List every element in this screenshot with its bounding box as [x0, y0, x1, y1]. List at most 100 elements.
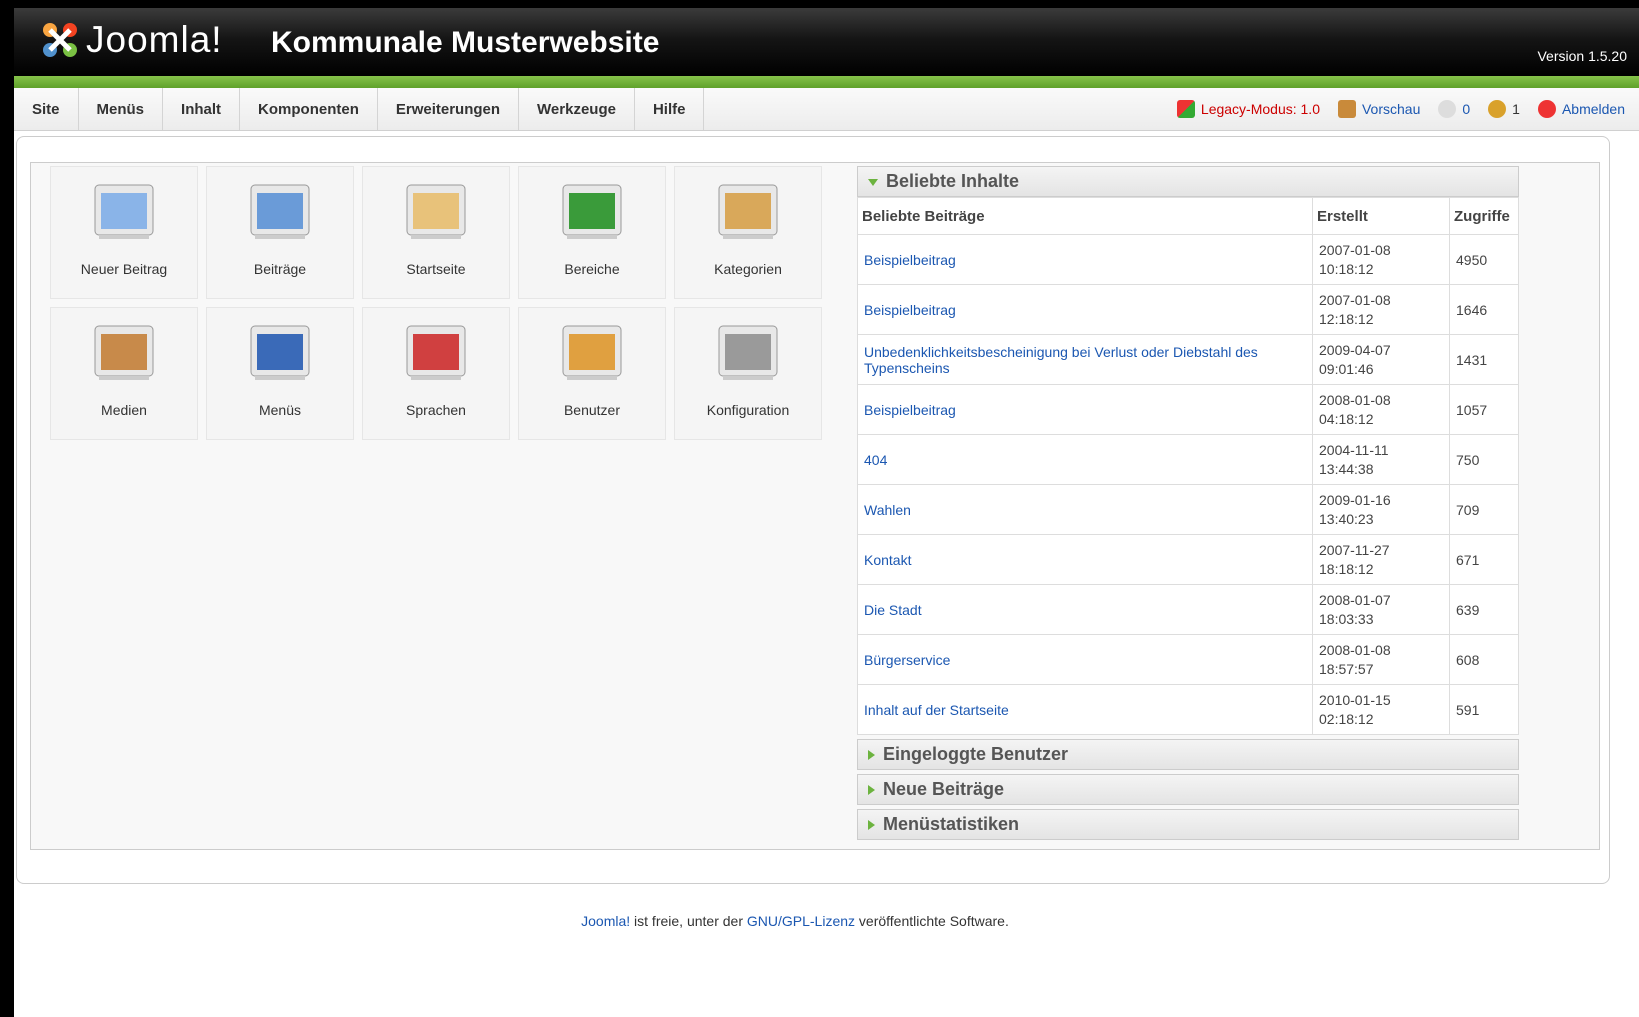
created-date: 2009-01-16 — [1319, 491, 1391, 508]
created-time: 18:57:57 — [1319, 660, 1374, 677]
menu-item-5[interactable]: Werkzeuge — [519, 88, 635, 130]
created-cell: 2009-04-07 09:01:46 — [1312, 334, 1450, 385]
created-cell: 2010-01-15 02:18:12 — [1312, 684, 1450, 735]
config-icon — [717, 324, 779, 382]
created-cell: 2008-01-08 04:18:12 — [1312, 384, 1450, 435]
messages-link[interactable]: 0 — [1438, 100, 1470, 118]
preview-link[interactable]: Vorschau — [1337, 100, 1420, 118]
quickicon-7[interactable]: Sprachen — [362, 307, 510, 440]
users-icon — [561, 324, 623, 382]
menu-item-6[interactable]: Hilfe — [635, 88, 705, 130]
menu-item-3[interactable]: Komponenten — [240, 88, 378, 130]
hits-cell: 608 — [1449, 634, 1519, 685]
quickicon-2[interactable]: Startseite — [362, 166, 510, 299]
table-row: Wahlen 2009-01-16 13:40:23 709 — [857, 484, 1519, 535]
panel-header-2[interactable]: Menüstatistiken — [857, 809, 1519, 840]
collapsed-arrow-icon — [868, 785, 875, 796]
created-date: 2007-01-08 — [1319, 291, 1391, 308]
logout-label: Abmelden — [1561, 101, 1625, 117]
article-link[interactable]: Unbedenklichkeitsbescheinigung bei Verlu… — [864, 344, 1258, 376]
article-title-cell: Beispielbeitrag — [857, 234, 1313, 285]
table-row: Die Stadt 2008-01-07 18:03:33 639 — [857, 584, 1519, 635]
hits-cell: 4950 — [1449, 234, 1519, 285]
popular-panel-header[interactable]: Beliebte Inhalte — [857, 166, 1519, 197]
article-link[interactable]: Die Stadt — [864, 602, 922, 618]
table-row: Bürgerservice 2008-01-08 18:57:57 608 — [857, 634, 1519, 685]
hits-cell: 671 — [1449, 534, 1519, 585]
quickicon-3[interactable]: Bereiche — [518, 166, 666, 299]
menus-icon — [249, 324, 311, 382]
version-label: Version 1.5.20 — [1537, 48, 1627, 64]
hits-cell: 1057 — [1449, 384, 1519, 435]
article-title-cell: 404 — [857, 434, 1313, 485]
menu-item-4[interactable]: Erweiterungen — [378, 88, 520, 130]
created-date: 2008-01-08 — [1319, 641, 1391, 658]
created-date: 2004-11-11 — [1319, 441, 1389, 458]
menu-item-1[interactable]: Menüs — [79, 88, 164, 130]
created-time: 12:18:12 — [1319, 310, 1374, 327]
article-link[interactable]: Beispielbeitrag — [864, 302, 956, 318]
frontpage-icon — [405, 183, 467, 241]
panel-title: Menüstatistiken — [883, 814, 1020, 834]
table-row: 404 2004-11-11 13:44:38 750 — [857, 434, 1519, 485]
messages-icon — [1438, 100, 1457, 118]
quickicon-5[interactable]: Medien — [50, 307, 198, 440]
popular-panel-title: Beliebte Inhalte — [886, 171, 1020, 191]
quickicon-label: Menüs — [258, 402, 302, 418]
article-title-cell: Unbedenklichkeitsbescheinigung bei Verlu… — [857, 334, 1313, 385]
logout-icon — [1537, 100, 1556, 118]
created-cell: 2007-11-27 18:18:12 — [1312, 534, 1450, 585]
logout-link[interactable]: Abmelden — [1537, 100, 1625, 118]
panel-header-0[interactable]: Eingeloggte Benutzer — [857, 739, 1519, 770]
table-row: Beispielbeitrag 2007-01-08 10:18:12 4950 — [857, 234, 1519, 285]
article-link[interactable]: Beispielbeitrag — [864, 402, 956, 418]
quickicon-label: Startseite — [406, 261, 466, 277]
created-time: 02:18:12 — [1319, 710, 1374, 727]
panel-header-1[interactable]: Neue Beiträge — [857, 774, 1519, 805]
quickicon-6[interactable]: Menüs — [206, 307, 354, 440]
license-link[interactable]: GNU/GPL-Lizenz — [747, 913, 855, 929]
article-link[interactable]: Kontakt — [864, 552, 911, 568]
quickicon-label: Benutzer — [563, 402, 621, 418]
languages-icon — [405, 324, 467, 382]
quickicon-0[interactable]: Neuer Beitrag — [50, 166, 198, 299]
created-cell: 2007-01-08 10:18:12 — [1312, 234, 1450, 285]
article-title-cell: Kontakt — [857, 534, 1313, 585]
created-cell: 2008-01-07 18:03:33 — [1312, 584, 1450, 635]
collapsed-arrow-icon — [868, 820, 875, 831]
created-time: 04:18:12 — [1319, 410, 1374, 427]
quickicon-9[interactable]: Konfiguration — [674, 307, 822, 440]
joomla-logo-text: Joomla! — [86, 19, 223, 60]
article-title-cell: Beispielbeitrag — [857, 384, 1313, 435]
created-time: 10:18:12 — [1319, 260, 1374, 277]
quickicon-4[interactable]: Kategorien — [674, 166, 822, 299]
categories-icon — [717, 183, 779, 241]
main-menu: Site Menüs Inhalt Komponenten Erweiterungen W… — [14, 88, 705, 130]
article-link[interactable]: Inhalt auf der Startseite — [864, 702, 1009, 718]
media-icon — [93, 324, 155, 382]
article-link[interactable]: Wahlen — [864, 502, 911, 518]
online-users[interactable]: 1 — [1488, 100, 1520, 118]
table-row: Beispielbeitrag 2007-01-08 12:18:12 1646 — [857, 284, 1519, 335]
sections-icon — [561, 183, 623, 241]
joomla-logo[interactable]: Joomla! — [38, 18, 223, 62]
article-link[interactable]: 404 — [864, 452, 887, 468]
quickicon-1[interactable]: Beiträge — [206, 166, 354, 299]
created-date: 2007-01-08 — [1319, 241, 1391, 258]
created-date: 2008-01-07 — [1319, 591, 1391, 608]
footer: Joomla! ist freie, unter der GNU/GPL-Liz… — [0, 913, 1590, 929]
menu-item-2[interactable]: Inhalt — [163, 88, 241, 130]
article-link[interactable]: Bürgerservice — [864, 652, 950, 668]
created-time: 13:44:38 — [1319, 460, 1374, 477]
menu-item-0[interactable]: Site — [14, 88, 79, 130]
legacy-label: Legacy-Modus: 1.0 — [1200, 101, 1320, 117]
joomla-link[interactable]: Joomla! — [581, 913, 630, 929]
article-title-cell: Die Stadt — [857, 584, 1313, 635]
expanded-arrow-icon — [868, 178, 878, 186]
panel-title: Eingeloggte Benutzer — [883, 744, 1069, 764]
created-time: 09:01:46 — [1319, 360, 1374, 377]
quickicon-8[interactable]: Benutzer — [518, 307, 666, 440]
article-link[interactable]: Beispielbeitrag — [864, 252, 956, 268]
joomla-logo-icon — [43, 23, 77, 57]
new-article-icon — [93, 183, 155, 241]
